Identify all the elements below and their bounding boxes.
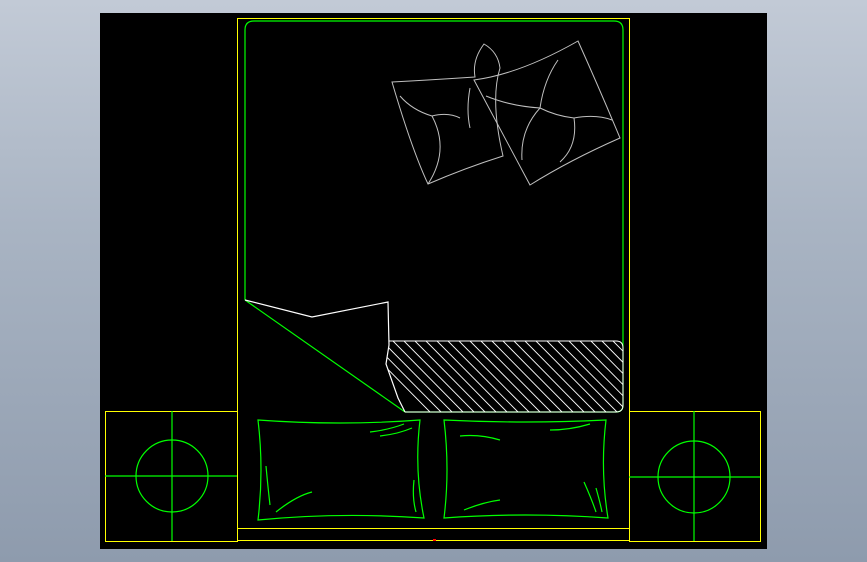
foot-pillow-right	[443, 419, 609, 519]
hatch-line	[535, 341, 607, 412]
hatch-line	[436, 341, 508, 412]
foot-pillow-left	[257, 419, 425, 521]
hatch-line	[546, 341, 618, 412]
hatch-line	[524, 341, 596, 412]
hatch-line	[386, 341, 442, 412]
hatch-line	[480, 341, 552, 412]
back-pillow-left	[391, 43, 504, 185]
hatch-line	[392, 341, 464, 412]
foot-pillow-left-creases	[265, 423, 417, 513]
hatch-line	[568, 341, 623, 412]
hatch-line	[502, 341, 574, 412]
crosshair-circle-icon	[105, 411, 237, 541]
blanket-band-outline	[389, 340, 624, 413]
bed-frame-outline	[237, 18, 630, 541]
hatch-line	[425, 341, 497, 412]
bedroom-plan-drawing	[105, 18, 761, 542]
hatch-line	[579, 341, 623, 412]
hatch-line	[635, 341, 705, 412]
headboard-pillows	[391, 40, 621, 186]
yellow-outlines	[105, 18, 761, 542]
foot-pillows	[257, 419, 609, 521]
hatch-line	[414, 341, 486, 412]
hatch-line	[469, 341, 541, 412]
hatch-line	[601, 341, 623, 412]
cad-viewport[interactable]	[100, 13, 767, 549]
back-pillow-left-creases	[399, 87, 471, 185]
hatch-line	[386, 341, 431, 412]
hatch-line	[491, 341, 563, 412]
folded-sheet-diagonal	[244, 299, 406, 413]
hatch-line	[403, 341, 475, 412]
hatch-line	[557, 341, 623, 412]
blanket-hatch	[386, 340, 705, 413]
hatch-line	[513, 341, 585, 412]
hatch-line	[386, 341, 453, 412]
hatch-line	[590, 341, 623, 412]
hatch-line	[624, 341, 694, 412]
hatch-line	[458, 341, 530, 412]
hatch-line	[447, 341, 519, 412]
foot-pillow-right-creases	[459, 423, 603, 513]
crosshair-circle-icon	[629, 411, 760, 541]
origin-marker	[433, 539, 436, 541]
